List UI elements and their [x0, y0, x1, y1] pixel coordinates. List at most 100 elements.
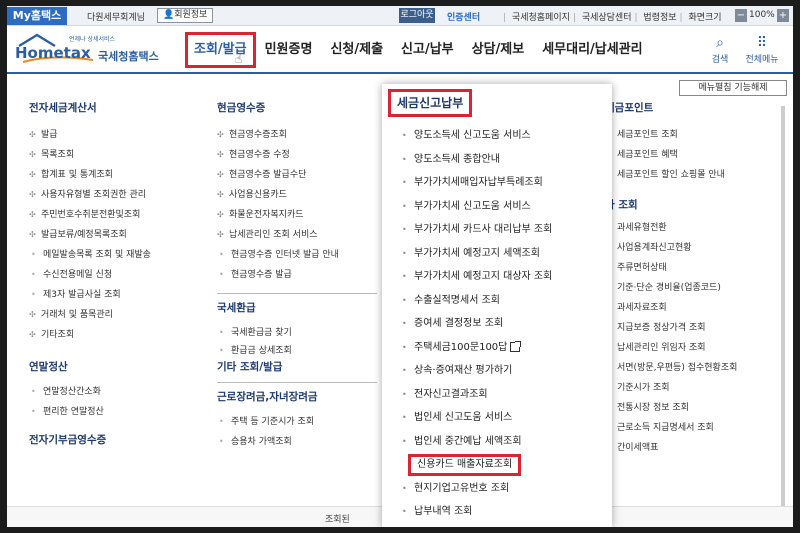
logo-korean: 국세청홈택스: [98, 50, 159, 63]
list-item[interactable]: ✣ 현금영수증 발급수단: [217, 165, 377, 185]
list-item[interactable]: • 편리한 연말정산: [29, 402, 151, 422]
dropdown-item[interactable]: • 전자신고결과조회: [382, 383, 612, 407]
list-item[interactable]: ✣ 발급: [29, 125, 151, 145]
dropdown-item[interactable]: • 법인세 중간예납 세액조회: [382, 430, 612, 454]
credit-card-sales-inquiry-link[interactable]: 신용카드 매출자료조회: [382, 453, 612, 477]
dropdown-item[interactable]: • 부가가치세 신고도움 서비스: [382, 195, 612, 219]
list-item[interactable]: • 환급금 상세조회: [217, 343, 377, 359]
member-info-label: 회원정보: [174, 10, 208, 20]
list-item[interactable]: • 주택 등 기준시가 조회: [217, 412, 377, 432]
all-menu-button[interactable]: ⠿ 전체메뉴: [737, 34, 787, 65]
list-item[interactable]: •서면(방문,우편등) 접수현황조회: [595, 358, 737, 378]
menu-list: •세금포인트 조회•세금포인트 혜택•세금포인트 할인 쇼핑몰 안내: [595, 125, 737, 185]
list-item[interactable]: • 승용차 가액조회: [217, 432, 377, 452]
my-hometax-button[interactable]: My홈택스: [7, 7, 67, 25]
dropdown-item[interactable]: • 양도소득세 신고도움 서비스: [382, 124, 612, 148]
menu-list: • 주택 등 기준시가 조회 • 승용차 가액조회: [217, 412, 377, 452]
top-links: | 국세청홈페이지 | 국세상담센터 | 법령정보 | 화면크기: [503, 10, 725, 23]
dropdown-item[interactable]: • 부가가치세 카드사 대리납부 조회: [382, 218, 612, 242]
list-item[interactable]: •과세유형전환: [595, 218, 737, 238]
list-item[interactable]: •근로소득 지급명세서 조회: [595, 418, 737, 438]
search-icon: ⌕: [716, 35, 724, 51]
dropdown-title[interactable]: 세금신고납부: [388, 89, 473, 117]
nav-inquiry-issue[interactable]: 조회/발급: [185, 32, 256, 68]
list-item[interactable]: •주류면허상태: [595, 258, 737, 278]
list-item[interactable]: ✣ 화물운전자복지카드: [217, 205, 377, 225]
nts-homepage-link[interactable]: 국세청홈페이지: [509, 13, 573, 23]
list-item[interactable]: ✣ 현금영수증 수정: [217, 145, 377, 165]
search-button[interactable]: ⌕ 검색: [707, 34, 733, 65]
list-item[interactable]: •간이세액표: [595, 438, 737, 458]
section-title-year-end[interactable]: 연말정산: [29, 359, 151, 374]
dropdown-item[interactable]: • 상속·증여재산 평가하기: [382, 359, 612, 383]
menu-expand-toggle-button[interactable]: 메뉴펼침 기능해제: [679, 80, 787, 96]
list-item[interactable]: ✣ 합계표 및 통계조회: [29, 165, 151, 185]
dropdown-item[interactable]: • 납부내역 조회: [382, 500, 612, 524]
nav-tax-agent[interactable]: 세무대리/납세관리: [533, 32, 651, 68]
section-title-other-inquiry[interactable]: 기타 조회/발급: [217, 359, 377, 374]
dropdown-item[interactable]: • 부가가치세매입자납부특례조회: [382, 171, 612, 195]
list-item[interactable]: •전통시장 정보 조회: [595, 398, 737, 418]
list-item[interactable]: •사업용계좌신고현황: [595, 238, 737, 258]
dropdown-item[interactable]: • 양도소득세 종합안내: [382, 148, 612, 172]
nav-report-pay[interactable]: 신고/납부: [392, 32, 463, 68]
section-title-other[interactable]: 타 조회: [605, 197, 737, 212]
list-item[interactable]: •기준·단순 경비율(업종코드): [595, 278, 737, 298]
scrollbar[interactable]: [781, 106, 785, 506]
nav-civil-certificate[interactable]: 민원증명: [256, 32, 322, 68]
nav-apply-submit[interactable]: 신청/제출: [321, 32, 392, 68]
list-item[interactable]: • 메일발송목록 조회 및 재발송: [29, 245, 151, 265]
all-menu-label: 전체메뉴: [745, 55, 779, 65]
list-item[interactable]: ✣ 주민번호수취분전환및조회: [29, 205, 151, 225]
search-label: 검색: [711, 55, 729, 65]
law-info-link[interactable]: 법령정보: [640, 13, 679, 23]
column-title[interactable]: 현금영수증: [217, 100, 377, 115]
column-title[interactable]: 세금포인트: [605, 100, 737, 115]
section-title-incentive[interactable]: 근로장려금,자녀장려금: [217, 389, 377, 404]
hand-cursor-icon: ☝: [235, 52, 243, 66]
zoom-in-button[interactable]: +: [777, 9, 789, 22]
dropdown-item[interactable]: • 부가가치세 예정고지 대상자 조회: [382, 265, 612, 289]
list-item[interactable]: ✣ 현금영수증조회: [217, 125, 377, 145]
list-item[interactable]: • 현금영수증 인터넷 발급 안내: [217, 245, 377, 265]
tax-consult-link[interactable]: 국세상담센터: [579, 13, 635, 23]
dropdown-item[interactable]: • 법인세 신고도움 서비스: [382, 406, 612, 430]
list-item[interactable]: • 수신전용메일 신청: [29, 265, 151, 285]
list-item[interactable]: ✣ 발급보류/예정목록조회: [29, 225, 151, 245]
list-item[interactable]: ✣ 거래처 및 품목관리: [29, 305, 151, 325]
list-item[interactable]: • 제3자 발급사실 조회: [29, 285, 151, 305]
list-item[interactable]: •과세자료조회: [595, 298, 737, 318]
zoom-value: 100%: [749, 10, 775, 20]
member-info-button[interactable]: 👤회원정보: [157, 8, 214, 23]
section-title-refund[interactable]: 국세환급: [217, 300, 377, 315]
list-item[interactable]: •기준시가 조회: [595, 378, 737, 398]
list-item[interactable]: ✣ 납세관리인 조회 서비스: [217, 225, 377, 245]
list-item[interactable]: •세금포인트 할인 쇼핑몰 안내: [595, 165, 737, 185]
list-item[interactable]: •납세관리인 위임자 조회: [595, 338, 737, 358]
list-item[interactable]: •세금포인트 혜택: [595, 145, 737, 165]
menu-list: ✣ 발급 ✣ 목록조회 ✣ 합계표 및 통계조회 ✣ 사용자유형별 조회권한 관리 ✣ 주민번호수…: [29, 125, 151, 345]
list-item[interactable]: ✣ 목록조회: [29, 145, 151, 165]
menu-list: ✣ 현금영수증조회 ✣ 현금영수증 수정 ✣ 현금영수증 발급수단 ✣ 사업용신용카드 ✣ 화물운…: [217, 125, 377, 285]
list-item[interactable]: ✣ 사용자유형별 조회권한 관리: [29, 185, 151, 205]
dropdown-item[interactable]: • 현지기업고유번호 조회: [382, 477, 612, 501]
list-item[interactable]: •지급보증 정상가격 조회: [595, 318, 737, 338]
tax-report-payment-dropdown: 세금신고납부 • 양도소득세 신고도움 서비스 • 양도소득세 종합안내 • 부가가치세매…: [382, 84, 612, 527]
logout-button[interactable]: 로그아웃: [399, 8, 435, 23]
dropdown-item[interactable]: • 수출실적명세서 조회: [382, 289, 612, 313]
list-item[interactable]: • 국세환급금 찾기: [217, 323, 377, 343]
list-item[interactable]: ✣ 사업용신용카드: [217, 185, 377, 205]
cert-center-link[interactable]: 인증센터: [447, 10, 480, 23]
zoom-out-button[interactable]: −: [735, 9, 747, 22]
list-item[interactable]: • 연말정산간소화: [29, 382, 151, 402]
column-title[interactable]: 전자세금계산서: [29, 100, 151, 115]
dropdown-item[interactable]: • 증여세 결정정보 조회: [382, 312, 612, 336]
list-item[interactable]: ✣ 기타조회: [29, 325, 151, 345]
dropdown-item[interactable]: • 주택세금100문100답: [382, 336, 612, 360]
dropdown-item[interactable]: • 부가가치세 예정고지 세액조회: [382, 242, 612, 266]
nav-consult-report[interactable]: 상담/제보: [463, 32, 534, 68]
list-item[interactable]: • 현금영수증 발급: [217, 265, 377, 285]
section-title-donation-receipt[interactable]: 전자기부금영수증: [29, 432, 151, 447]
hometax-logo[interactable]: Hometax 언제나 상세서비스 국세청홈택스: [13, 32, 163, 68]
list-item[interactable]: •세금포인트 조회: [595, 125, 737, 145]
